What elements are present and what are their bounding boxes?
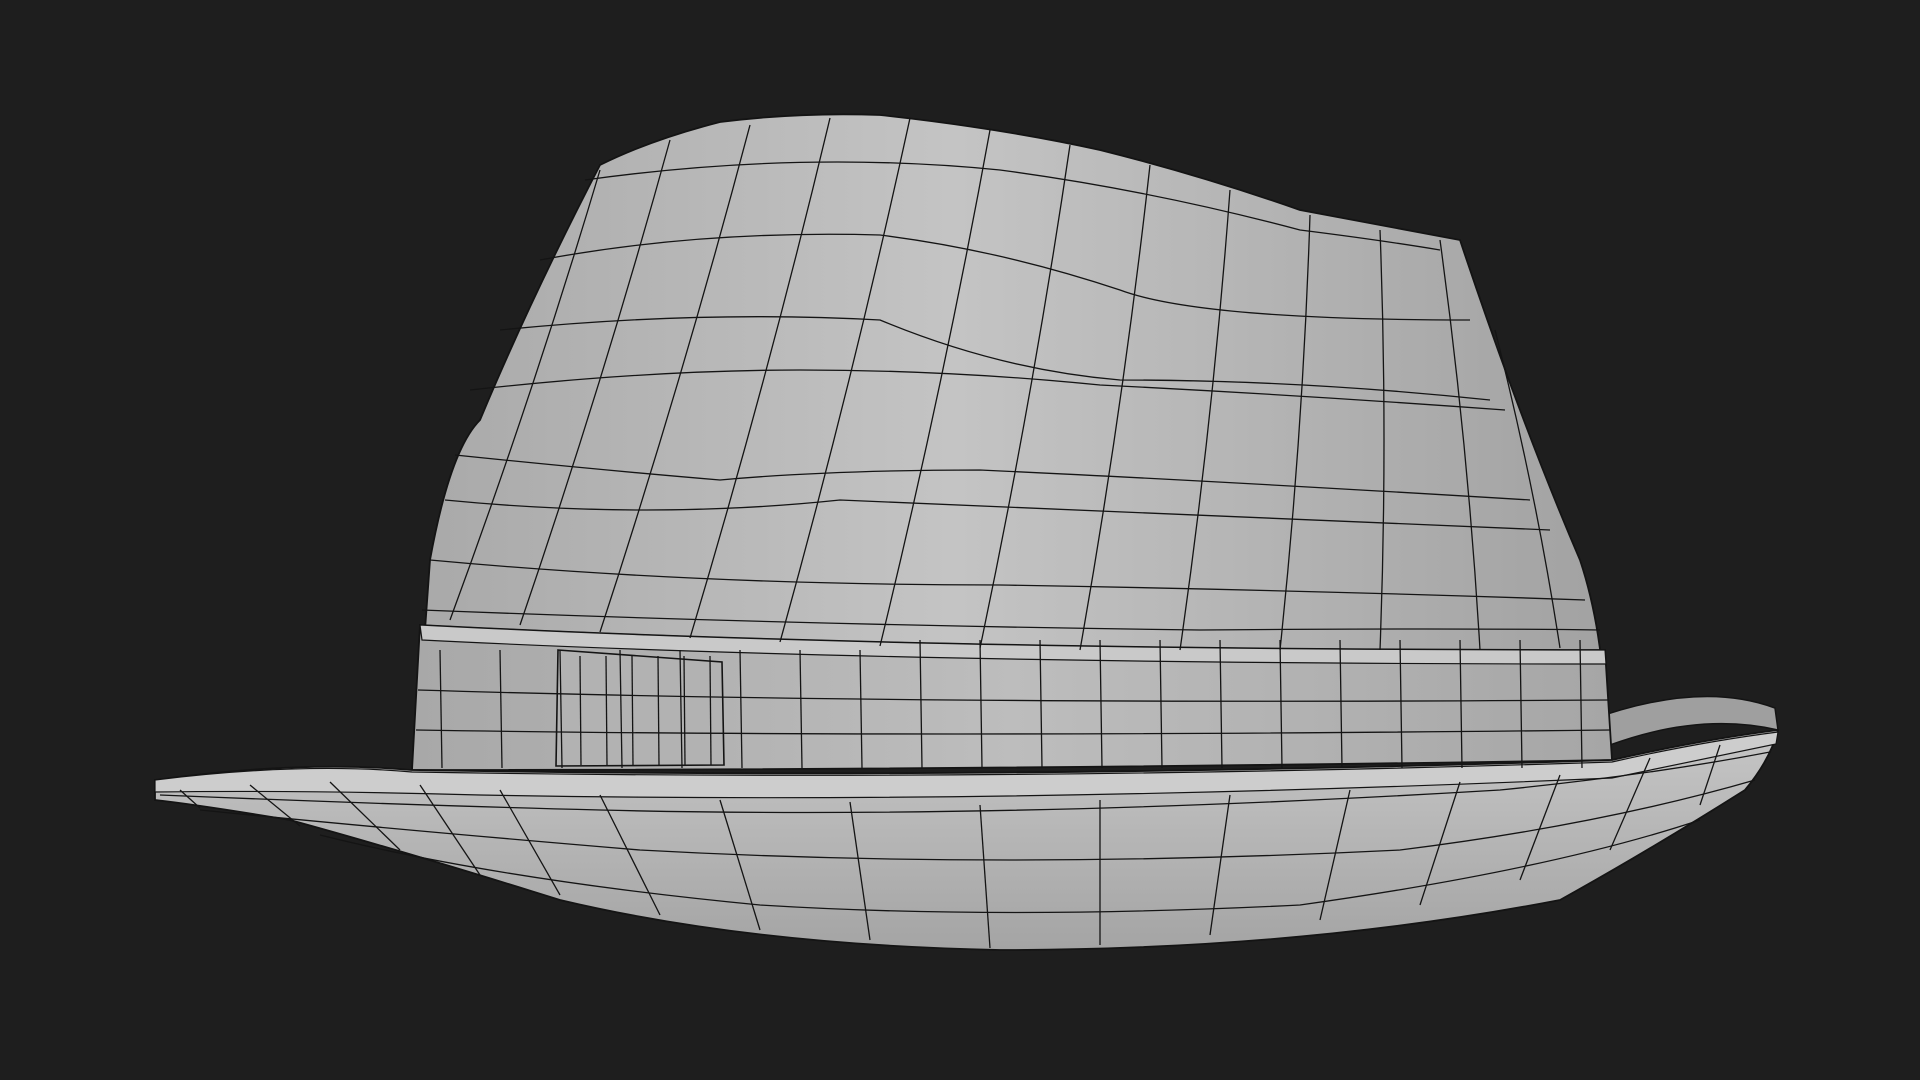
hat-crown bbox=[419, 113, 1606, 701]
render-viewport bbox=[0, 0, 1920, 1080]
hat-wireframe-render bbox=[154, 113, 1780, 951]
